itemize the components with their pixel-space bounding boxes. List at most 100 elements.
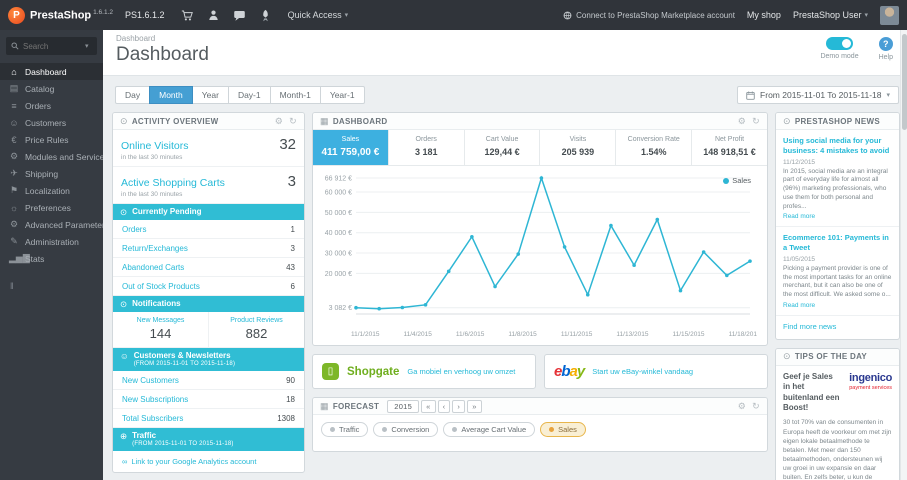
read-more-link[interactable]: Read more: [783, 302, 892, 309]
google-analytics-link[interactable]: ∞ Link to your Google Analytics account: [113, 451, 304, 472]
calendar-icon: [746, 91, 755, 100]
news-article-date: 11/05/2015: [783, 255, 816, 263]
sidebar-item-modules[interactable]: ⚙ Modules and Services: [0, 148, 103, 165]
active-carts-value: 3: [287, 173, 296, 190]
chart-x-axis: 11/1/2015 11/4/2015 11/6/2015 11/8/2015 …: [313, 329, 767, 345]
forecast-pill-average-cart-value[interactable]: Average Cart Value: [443, 422, 536, 437]
new-messages-cell[interactable]: New Messages 144: [113, 312, 208, 347]
period-year-1-button[interactable]: Year-1: [319, 86, 365, 104]
traffic-header: ⊕ Traffic (FROM 2015-11-01 TO 2015-11-18): [113, 428, 304, 451]
forecast-year-select[interactable]: 2015: [387, 399, 420, 413]
period-month-button[interactable]: Month: [149, 86, 193, 104]
shopgate-link[interactable]: Ga mobiel en verhoog uw omzet: [407, 367, 515, 376]
price-rules-icon: €: [11, 134, 17, 145]
sidebar-item-catalog[interactable]: ▤ Catalog: [0, 80, 103, 97]
sidebar-item-localization[interactable]: ⚑ Localization: [0, 182, 103, 199]
prestashop-news-panel: ⊙ PRESTASHOP NEWS Using social media for…: [775, 112, 900, 340]
forecast-pill-sales[interactable]: Sales: [540, 422, 586, 437]
period-year-button[interactable]: Year: [191, 86, 229, 104]
help-icon[interactable]: ?: [878, 37, 893, 51]
x-axis-label: 11/15/2015: [672, 331, 705, 338]
forecast-prev-button[interactable]: ‹: [437, 399, 451, 413]
marketplace-link[interactable]: Connect to PrestaShop Marketplace accoun…: [563, 11, 735, 20]
sidebar-collapse-icon[interactable]: ‖: [10, 281, 103, 291]
period-day-button[interactable]: Day: [115, 86, 151, 104]
ebay-link[interactable]: Start uw eBay-winkel vandaag: [592, 367, 693, 376]
panel-settings-icon[interactable]: ⚙: [275, 116, 283, 127]
find-more-news-link[interactable]: Find more news: [776, 316, 899, 339]
user-menu[interactable]: PrestaShop User ▾: [793, 10, 868, 20]
forecast-panel-title: FORECAST: [332, 401, 380, 411]
sidebar-item-price-rules[interactable]: € Price Rules: [0, 131, 103, 148]
search-input[interactable]: [23, 41, 81, 51]
sidebar-item-preferences[interactable]: ☼ Preferences: [0, 199, 103, 216]
tips-body-text: 30 tot 70% van de consumenten in Europa …: [783, 419, 892, 480]
period-day-1-button[interactable]: Day-1: [227, 86, 271, 104]
kpi-net-profit[interactable]: Net Profit 148 918,51 €: [692, 130, 767, 165]
kpi-cart-value[interactable]: Cart Value 129,44 €: [465, 130, 541, 165]
panel-refresh-icon[interactable]: ↻: [752, 401, 760, 412]
kpi-visits[interactable]: Visits 205 939: [540, 130, 617, 165]
messages-icon[interactable]: [233, 9, 246, 22]
legend-dot-icon: [723, 177, 730, 184]
news-article: Ecommerce 101: Payments in a Tweet 11/05…: [776, 227, 899, 316]
sidebar-item-dashboard[interactable]: ⌂ Dashboard: [0, 63, 103, 80]
forecast-pill-conversion[interactable]: Conversion: [373, 422, 439, 437]
read-more-link[interactable]: Read more: [783, 213, 892, 220]
chevron-down-icon: ▾: [864, 12, 868, 19]
sidebar-item-shipping[interactable]: ✈ Shipping: [0, 165, 103, 182]
quick-access-menu[interactable]: Quick Access ▾: [288, 10, 349, 20]
shop-name[interactable]: PS1.6.1.2: [125, 10, 165, 20]
my-shop-link[interactable]: My shop: [747, 10, 781, 20]
kpi-sales[interactable]: Sales 411 759,00 €: [313, 130, 389, 165]
sidebar-item-orders[interactable]: ≡ Orders: [0, 97, 103, 114]
forecast-next-button[interactable]: ›: [452, 399, 466, 413]
upgrade-rocket-icon[interactable]: [259, 9, 272, 22]
sidebar-item-stats[interactable]: ▂▅▇ Stats: [0, 250, 103, 267]
cart-icon[interactable]: [181, 9, 194, 22]
shopgate-icon: ▯: [322, 363, 339, 380]
kpi-conversion-rate[interactable]: Conversion Rate 1.54%: [616, 130, 693, 165]
news-panel-title: PRESTASHOP NEWS: [794, 116, 880, 126]
kpi-orders[interactable]: Orders 3 181: [389, 130, 465, 165]
brand-title: PrestaShop 1.6.1.2: [30, 8, 114, 22]
forecast-pill-traffic[interactable]: Traffic: [321, 422, 369, 437]
svg-text:40 000 €: 40 000 €: [325, 230, 352, 237]
panel-refresh-icon[interactable]: ↻: [289, 116, 297, 127]
user-avatar[interactable]: [880, 5, 899, 25]
circle-icon: [549, 427, 555, 432]
sidebar-search[interactable]: ▾: [6, 37, 97, 55]
forecast-panel: ▦ FORECAST 2015 « ‹ › » ⚙ ↻ Traffic Conv…: [312, 397, 768, 452]
panel-settings-icon[interactable]: ⚙: [738, 116, 746, 127]
sidebar-item-customers[interactable]: ☺ Customers: [0, 114, 103, 131]
tips-of-the-day-panel: ⊙ TIPS OF THE DAY Geef je Sales in het b…: [775, 347, 900, 480]
forecast-last-button[interactable]: »: [467, 399, 482, 413]
date-range-picker[interactable]: From 2015-11-01 To 2015-11-18 ▾: [737, 86, 899, 104]
panel-settings-icon[interactable]: ⚙: [738, 401, 746, 412]
news-article-title[interactable]: Using social media for your business: 4 …: [783, 136, 892, 156]
notifications-header: ⊙ Notifications: [113, 296, 304, 313]
panel-refresh-icon[interactable]: ↻: [752, 116, 760, 127]
scrollbar-thumb[interactable]: [902, 34, 907, 130]
globe-icon: ⊕: [120, 431, 128, 442]
online-visitors-metric: Online Visitors 32 in the last 30 minutes: [113, 130, 304, 167]
tips-panel-title: TIPS OF THE DAY: [794, 352, 868, 362]
help-label: Help: [878, 54, 893, 61]
search-scope-caret-icon[interactable]: ▾: [85, 42, 89, 50]
sidebar-item-advanced-parameters[interactable]: ⚙ Advanced Parameters: [0, 216, 103, 233]
news-article-title[interactable]: Ecommerce 101: Payments in a Tweet: [783, 233, 892, 253]
sidebar-item-administration[interactable]: ✎ Administration: [0, 233, 103, 250]
demo-mode-toggle[interactable]: [826, 37, 854, 50]
svg-text:3 082 €: 3 082 €: [329, 305, 352, 312]
forecast-first-button[interactable]: «: [421, 399, 436, 413]
product-reviews-cell[interactable]: Product Reviews 882: [208, 312, 304, 348]
new-subscriptions-row: New Subscriptions 18: [113, 390, 304, 410]
period-month-1-button[interactable]: Month-1: [269, 86, 321, 104]
circle-icon: [382, 427, 388, 432]
vertical-scrollbar[interactable]: [900, 30, 907, 480]
main-content: Dashboard Dashboard Demo mode ? Help Day…: [103, 30, 907, 480]
administration-icon: ✎: [10, 236, 18, 246]
sales-chart: 66 912 € 60 000 € 50 000 € 40 000 € 30 000 €…: [325, 176, 752, 315]
customer-icon[interactable]: [207, 9, 220, 22]
top-bar: P PrestaShop 1.6.1.2 PS1.6.1.2 Quick Acce…: [0, 0, 907, 30]
